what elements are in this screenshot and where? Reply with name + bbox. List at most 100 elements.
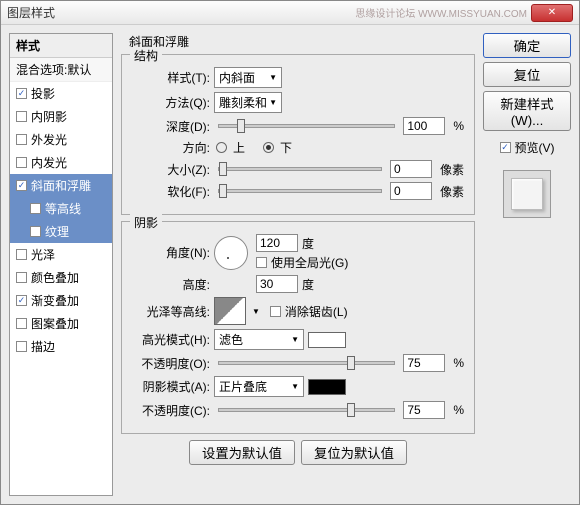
direction-up-radio[interactable]	[216, 142, 227, 153]
highlight-opacity-label: 不透明度(O):	[132, 355, 210, 372]
preview-swatch	[503, 170, 551, 218]
cancel-button[interactable]: 复位	[483, 62, 571, 87]
direction-down-radio[interactable]	[263, 142, 274, 153]
style-item-label: 内阴影	[31, 108, 67, 125]
style-item-颜色叠加[interactable]: 颜色叠加	[10, 266, 112, 289]
ok-button[interactable]: 确定	[483, 33, 571, 58]
shadow-opacity-unit: %	[453, 403, 464, 417]
style-item-图案叠加[interactable]: 图案叠加	[10, 312, 112, 335]
styles-header: 样式	[10, 34, 112, 58]
direction-label: 方向:	[132, 139, 210, 156]
shadow-opacity-label: 不透明度(C):	[132, 402, 210, 419]
styles-list: 样式 混合选项:默认 ✓ 投影内阴影外发光内发光 ✓斜面和浮雕等高线纹理光泽颜色叠加…	[9, 33, 113, 496]
soften-input[interactable]: 0	[390, 182, 432, 200]
size-label: 大小(Z):	[132, 161, 210, 178]
style-item-label: 描边	[31, 338, 55, 355]
style-item-纹理[interactable]: 纹理	[10, 220, 112, 243]
highlight-color-swatch[interactable]	[308, 332, 346, 348]
shadow-mode-label: 阴影模式(A):	[132, 378, 210, 395]
style-item-label: 外发光	[31, 131, 67, 148]
highlight-opacity-slider[interactable]	[218, 361, 395, 365]
style-checkbox[interactable]	[16, 111, 27, 122]
close-icon[interactable]: ✕	[531, 4, 573, 22]
chevron-down-icon: ▼	[269, 98, 277, 107]
shadow-opacity-input[interactable]: 75	[403, 401, 445, 419]
style-checkbox[interactable]	[16, 134, 27, 145]
shadow-color-swatch[interactable]	[308, 379, 346, 395]
style-checkbox[interactable]: ✓	[16, 295, 27, 306]
highlight-mode-label: 高光模式(H):	[132, 331, 210, 348]
style-item-内阴影[interactable]: 内阴影	[10, 105, 112, 128]
altitude-unit: 度	[302, 276, 314, 293]
style-item-光泽[interactable]: 光泽	[10, 243, 112, 266]
style-item-投影[interactable]: ✓ 投影	[10, 82, 112, 105]
global-light-checkbox[interactable]	[256, 257, 267, 268]
shadow-mode-select[interactable]: 正片叠底▼	[214, 376, 304, 397]
angle-dial[interactable]	[214, 236, 248, 270]
style-checkbox[interactable]: ✓	[16, 180, 27, 191]
structure-legend: 结构	[130, 47, 162, 64]
chevron-down-icon: ▼	[291, 335, 299, 344]
style-item-斜面和浮雕[interactable]: ✓斜面和浮雕	[10, 174, 112, 197]
style-item-外发光[interactable]: 外发光	[10, 128, 112, 151]
make-default-button[interactable]: 设置为默认值	[189, 440, 295, 465]
soften-slider[interactable]	[218, 189, 382, 193]
style-checkbox[interactable]: ✓	[16, 88, 27, 99]
gloss-contour-picker[interactable]	[214, 297, 246, 325]
global-light-label: 使用全局光(G)	[271, 254, 348, 271]
style-checkbox[interactable]	[16, 157, 27, 168]
style-item-内发光[interactable]: 内发光	[10, 151, 112, 174]
style-checkbox[interactable]	[16, 249, 27, 260]
depth-label: 深度(D):	[132, 118, 210, 135]
altitude-input[interactable]: 30	[256, 275, 298, 293]
reset-default-button[interactable]: 复位为默认值	[301, 440, 407, 465]
shadow-opacity-slider[interactable]	[218, 408, 395, 412]
window-title: 图层样式	[7, 4, 355, 21]
style-checkbox[interactable]	[16, 272, 27, 283]
highlight-opacity-unit: %	[453, 356, 464, 370]
depth-unit: %	[453, 119, 464, 133]
gloss-contour-label: 光泽等高线:	[132, 303, 210, 320]
size-unit: 像素	[440, 161, 464, 178]
size-input[interactable]: 0	[390, 160, 432, 178]
structure-group: 结构 样式(T): 内斜面▼ 方法(Q): 雕刻柔和▼ 深度(D): 100 %…	[121, 54, 475, 215]
highlight-opacity-input[interactable]: 75	[403, 354, 445, 372]
size-slider[interactable]	[218, 167, 382, 171]
style-item-label: 颜色叠加	[31, 269, 79, 286]
chevron-down-icon: ▼	[291, 382, 299, 391]
antialias-checkbox[interactable]	[270, 306, 281, 317]
style-checkbox[interactable]	[16, 341, 27, 352]
angle-unit: 度	[302, 235, 314, 252]
soften-unit: 像素	[440, 183, 464, 200]
shading-legend: 阴影	[130, 214, 162, 231]
depth-input[interactable]: 100	[403, 117, 445, 135]
highlight-mode-select[interactable]: 滤色▼	[214, 329, 304, 350]
style-select[interactable]: 内斜面▼	[214, 67, 282, 88]
style-checkbox[interactable]	[16, 318, 27, 329]
chevron-down-icon[interactable]: ▼	[252, 307, 260, 316]
style-item-等高线[interactable]: 等高线	[10, 197, 112, 220]
layer-style-dialog: 图层样式 思缘设计论坛 WWW.MISSYUAN.COM ✕ 样式 混合选项:默…	[0, 0, 580, 505]
style-checkbox[interactable]	[30, 226, 41, 237]
style-item-渐变叠加[interactable]: ✓ 渐变叠加	[10, 289, 112, 312]
preview-label: 预览(V)	[515, 139, 555, 156]
technique-select[interactable]: 雕刻柔和▼	[214, 92, 282, 113]
style-item-label: 光泽	[31, 246, 55, 263]
settings-panel: 斜面和浮雕 结构 样式(T): 内斜面▼ 方法(Q): 雕刻柔和▼ 深度(D):…	[121, 33, 475, 496]
angle-input[interactable]: 120	[256, 234, 298, 252]
preview-checkbox[interactable]: ✓	[500, 142, 511, 153]
style-checkbox[interactable]	[30, 203, 41, 214]
titlebar[interactable]: 图层样式 思缘设计论坛 WWW.MISSYUAN.COM ✕	[1, 1, 579, 25]
style-item-label: 渐变叠加	[31, 292, 79, 309]
style-item-label: 内发光	[31, 154, 67, 171]
new-style-button[interactable]: 新建样式(W)...	[483, 91, 571, 131]
panel-title: 斜面和浮雕	[129, 33, 475, 50]
style-item-描边[interactable]: 描边	[10, 335, 112, 358]
antialias-label: 消除锯齿(L)	[285, 303, 348, 320]
technique-label: 方法(Q):	[132, 94, 210, 111]
depth-slider[interactable]	[218, 124, 395, 128]
blending-options[interactable]: 混合选项:默认	[10, 58, 112, 82]
style-item-label: 纹理	[45, 223, 69, 240]
altitude-label: 高度:	[132, 276, 210, 293]
style-item-label: 投影	[31, 85, 55, 102]
